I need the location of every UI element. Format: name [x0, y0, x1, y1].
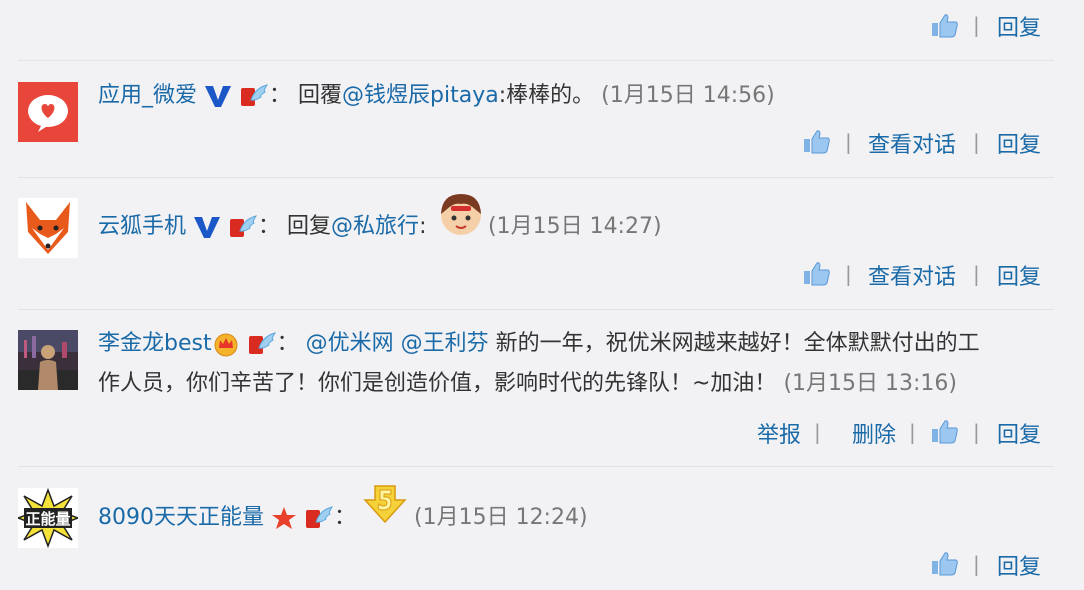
- reply-link[interactable]: 回复: [997, 127, 1041, 159]
- crown-badge-icon[interactable]: [212, 331, 240, 357]
- separator: |: [845, 262, 852, 286]
- username[interactable]: 8090天天正能量: [98, 505, 264, 530]
- wing-badge-icon[interactable]: [239, 82, 269, 110]
- like-icon[interactable]: [803, 260, 831, 286]
- divider: [18, 466, 1054, 467]
- wing-badge-icon[interactable]: [247, 330, 277, 358]
- colon: ：: [258, 214, 281, 239]
- verified-v-icon[interactable]: [204, 83, 232, 109]
- delete-link[interactable]: 删除: [852, 417, 896, 449]
- mention-link[interactable]: @王利芬: [401, 331, 489, 356]
- timestamp: (1月15日 12:24): [414, 505, 588, 530]
- avatar[interactable]: [18, 198, 78, 258]
- like-icon[interactable]: [803, 128, 831, 154]
- reply-link[interactable]: 回复: [997, 549, 1041, 581]
- separator: |: [909, 420, 916, 444]
- username[interactable]: 云狐手机: [98, 214, 186, 239]
- like-icon[interactable]: [931, 550, 959, 576]
- separator: |: [973, 13, 980, 37]
- five-emoticon-icon: [363, 485, 407, 524]
- separator: |: [973, 420, 980, 444]
- reply-prefix: 回复: [287, 214, 332, 239]
- verified-v-icon[interactable]: [193, 214, 221, 240]
- reply-prefix: 回覆: [298, 83, 343, 108]
- avatar-text: 正能量: [25, 510, 70, 528]
- mention-link[interactable]: @私旅行: [331, 214, 419, 239]
- mention-link[interactable]: @钱煜辰pitaya: [342, 83, 499, 108]
- username[interactable]: 李金龙best: [98, 331, 212, 356]
- avatar[interactable]: [18, 82, 78, 142]
- comment-text: 新的一年，祝优米网越来越好！全体默默付出的工: [495, 331, 980, 356]
- reply-link[interactable]: 回复: [997, 259, 1041, 291]
- timestamp: (1月15日 13:16): [783, 371, 957, 396]
- energy-avatar-icon: 正能量: [18, 488, 78, 548]
- colon: ：: [276, 331, 299, 356]
- wing-badge-icon[interactable]: [304, 504, 334, 532]
- fox-icon: [18, 198, 78, 258]
- separator: |: [814, 420, 821, 444]
- star-badge-icon[interactable]: [271, 505, 297, 531]
- reply-link[interactable]: 回复: [997, 10, 1041, 42]
- view-conversation-link[interactable]: 查看对话: [868, 127, 956, 159]
- view-conversation-link[interactable]: 查看对话: [868, 259, 956, 291]
- comment-text: 作人员，你们辛苦了！你们是创造价值，影响时代的先锋队！~加油！: [98, 371, 777, 396]
- reply-link[interactable]: 回复: [997, 417, 1041, 449]
- timestamp: (1月15日 14:27): [488, 214, 662, 239]
- separator: |: [973, 130, 980, 154]
- timestamp: (1月15日 14:56): [601, 83, 775, 108]
- avatar[interactable]: 正能量: [18, 488, 78, 548]
- colon: ：: [269, 83, 292, 108]
- divider: [18, 309, 1054, 310]
- separator: |: [845, 130, 852, 154]
- avatar[interactable]: [18, 330, 78, 390]
- report-link[interactable]: 举报: [757, 417, 801, 449]
- divider: [18, 177, 1054, 178]
- like-icon[interactable]: [931, 418, 959, 444]
- like-icon[interactable]: [931, 12, 959, 38]
- mention-link[interactable]: @优米网: [306, 331, 394, 356]
- comment-text: :: [419, 214, 427, 239]
- user-photo-icon: [18, 330, 78, 390]
- girl-emoticon-icon: [441, 194, 481, 235]
- colon: ：: [334, 505, 357, 530]
- separator: |: [973, 262, 980, 286]
- wing-badge-icon[interactable]: [228, 213, 258, 241]
- comment-text: :棒棒的。: [498, 83, 595, 108]
- separator: |: [973, 552, 980, 576]
- weiai-logo-icon: [18, 82, 78, 142]
- divider: [18, 60, 1054, 61]
- username[interactable]: 应用_微爱: [98, 83, 197, 108]
